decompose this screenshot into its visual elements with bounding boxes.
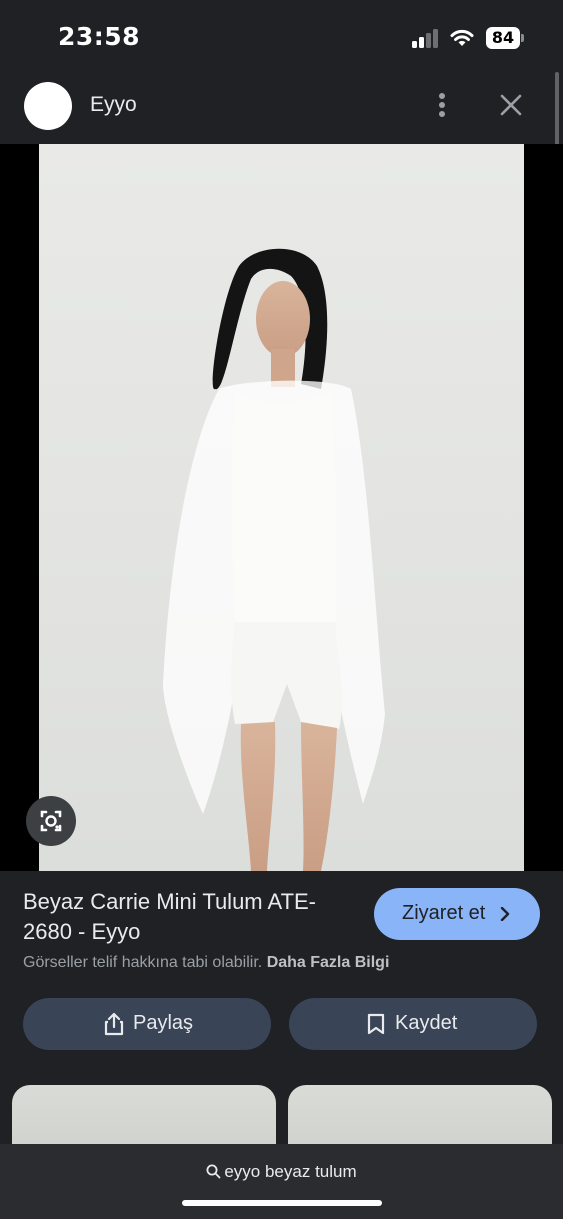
- share-button[interactable]: Paylaş: [23, 998, 271, 1050]
- share-icon: [104, 1012, 124, 1036]
- status-bar: 23:58 84: [0, 0, 563, 70]
- more-vertical-icon[interactable]: [430, 90, 454, 120]
- bookmark-icon: [367, 1013, 385, 1035]
- copyright-text: Görseller telif hakkına tabi olabilir.: [23, 954, 263, 971]
- visit-button[interactable]: Ziyaret et: [374, 888, 540, 940]
- lens-icon: [40, 810, 62, 832]
- home-indicator[interactable]: [182, 1200, 382, 1206]
- image-viewer: [0, 144, 563, 871]
- save-label: Kaydet: [395, 1012, 458, 1034]
- cellular-signal-icon: [412, 28, 440, 48]
- battery-icon: 84: [486, 27, 524, 49]
- search-query-text: eyyo beyaz tulum: [224, 1162, 357, 1181]
- result-info: Beyaz Carrie Mini Tulum ATE-2680 - Eyyo …: [0, 871, 563, 1091]
- more-info-link[interactable]: Daha Fazla Bilgi: [267, 954, 390, 971]
- close-icon[interactable]: [496, 90, 526, 120]
- google-lens-button[interactable]: [26, 796, 76, 846]
- wifi-icon: [450, 29, 474, 46]
- result-title[interactable]: Beyaz Carrie Mini Tulum ATE-2680 - Eyyo: [23, 887, 363, 947]
- copyright-notice: Görseller telif hakkına tabi olabilir. D…: [23, 954, 389, 972]
- share-label: Paylaş: [133, 1012, 194, 1034]
- visit-label: Ziyaret et: [402, 902, 486, 924]
- save-button[interactable]: Kaydet: [289, 998, 537, 1050]
- product-photo[interactable]: [39, 144, 524, 871]
- chevron-right-icon: [500, 907, 510, 921]
- status-time: 23:58: [58, 22, 141, 51]
- model-illustration: [163, 248, 385, 871]
- viewer-header: Eyyo: [0, 70, 563, 144]
- search-icon: [206, 1164, 221, 1179]
- source-avatar[interactable]: [24, 82, 72, 130]
- battery-level: 84: [486, 27, 520, 49]
- source-name[interactable]: Eyyo: [90, 93, 137, 117]
- search-query-button[interactable]: eyyo beyaz tulum: [0, 1162, 563, 1182]
- bottom-search-bar: eyyo beyaz tulum: [0, 1144, 563, 1219]
